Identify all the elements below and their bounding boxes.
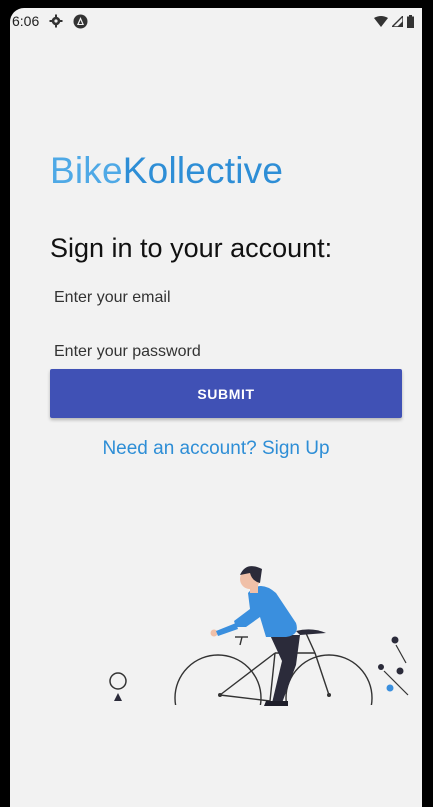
cell-signal-icon [392,15,403,27]
battery-icon [407,14,414,28]
brand-part-bike: Bike [50,150,123,191]
status-time: 6:06 [12,13,40,29]
bike-rear-wheel [174,654,262,713]
rider-figure [210,566,300,706]
app-screen: 6:06 BikeKollective Sign in to your acco… [10,8,422,807]
bike-front-wheel [285,654,373,713]
brand-part-kollective: Kollective [122,150,284,191]
bike-seat [296,629,326,635]
settings-icon [49,14,63,28]
status-right [374,14,414,28]
password-field[interactable] [54,338,399,366]
page-title: Sign in to your account: [50,233,333,263]
cyclist-illustration [109,566,409,713]
submit-button[interactable]: SUBMIT [50,369,402,418]
sign-up-link[interactable]: Need an account? Sign Up [10,438,422,460]
status-left: 6:06 [12,13,88,29]
device-frame: 6:06 BikeKollective Sign in to your acco… [0,0,433,807]
decor-dots-icon [378,636,409,696]
email-field[interactable] [54,284,399,312]
decor-circle-icon [109,672,127,690]
decor-triangle-icon [114,693,122,701]
status-bar: 6:06 [10,8,422,34]
app-notification-icon [73,14,88,29]
wifi-icon [374,15,388,27]
app-logo-text: BikeKollective [50,150,283,192]
